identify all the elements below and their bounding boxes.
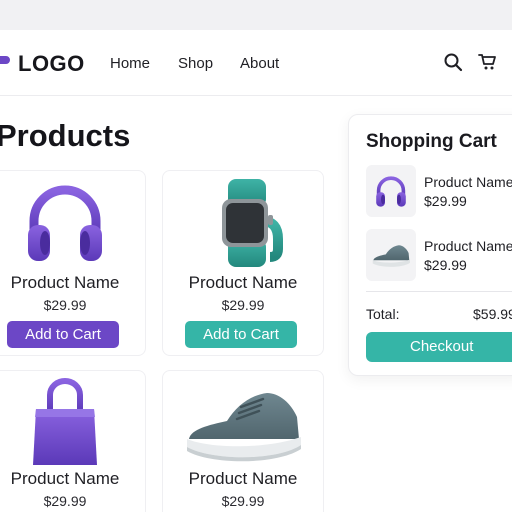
product-card-sneaker[interactable]: Product Name $29.99 <box>162 370 324 512</box>
product-price: $29.99 <box>43 297 87 313</box>
cart-item-name: Product Name <box>424 174 512 190</box>
product-name: Product Name <box>10 273 120 292</box>
cart-item[interactable]: Product Name $29.99 <box>366 165 512 217</box>
site-header: LOGO Home Shop About <box>0 30 512 96</box>
product-image-headphones <box>0 177 145 269</box>
logo-text[interactable]: LOGO <box>18 51 85 77</box>
product-image-smartwatch <box>163 177 323 269</box>
product-name: Product Name <box>10 469 120 488</box>
product-image-sneaker <box>163 377 323 469</box>
product-name: Product Name <box>188 273 298 292</box>
product-card-headphones[interactable]: Product Name $29.99 Add to Cart <box>0 170 146 356</box>
cart-total-value: $59.99 <box>473 306 512 322</box>
nav-home[interactable]: Home <box>110 55 150 72</box>
page-title: Products <box>0 118 131 153</box>
product-price: $29.99 <box>221 297 265 313</box>
cart-item-price: $29.99 <box>424 257 467 273</box>
add-to-cart-button[interactable]: Add to Cart <box>7 321 119 348</box>
cart-icon[interactable] <box>478 52 498 72</box>
cart-item-thumbnail <box>366 229 416 281</box>
nav-about[interactable]: About <box>240 55 279 72</box>
browser-top-strip <box>0 0 512 30</box>
cart-total-label: Total: <box>366 306 400 322</box>
search-icon[interactable] <box>443 52 463 72</box>
product-price: $29.99 <box>43 493 87 509</box>
add-to-cart-button[interactable]: Add to Cart <box>185 321 297 348</box>
cart-item[interactable]: Product Name $29.99 <box>366 229 512 281</box>
nav-shop[interactable]: Shop <box>178 55 213 72</box>
product-card-smartwatch[interactable]: Product Name $29.99 Add to Cart <box>162 170 324 356</box>
shopping-cart-panel: Shopping Cart Product Name $29.99 Produc… <box>348 114 512 376</box>
product-card-tote-bag[interactable]: Product Name $29.99 <box>0 370 146 512</box>
cart-item-price: $29.99 <box>424 193 467 209</box>
logo-icon <box>0 56 10 72</box>
product-price: $29.99 <box>221 493 265 509</box>
cart-divider <box>366 291 512 292</box>
cart-title: Shopping Cart <box>366 131 497 152</box>
checkout-button[interactable]: Checkout <box>366 332 512 362</box>
cart-item-thumbnail <box>366 165 416 217</box>
cart-item-name: Product Name <box>424 238 512 254</box>
product-image-tote-bag <box>0 377 145 469</box>
product-name: Product Name <box>188 469 298 488</box>
